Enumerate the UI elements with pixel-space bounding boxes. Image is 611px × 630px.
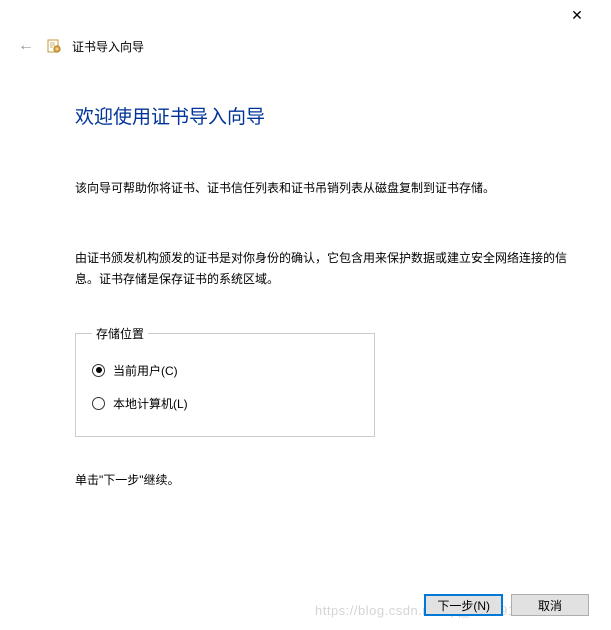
- close-icon: ✕: [571, 7, 583, 24]
- continue-instruction: 单击"下一步"继续。: [75, 471, 571, 488]
- storage-location-group: 存储位置 当前用户(C) 本地计算机(L): [75, 325, 375, 437]
- radio-local-machine[interactable]: 本地计算机(L): [92, 387, 358, 420]
- intro-paragraph-2: 由证书颁发机构颁发的证书是对你身份的确认，它包含用来保护数据或建立安全网络连接的…: [75, 248, 571, 289]
- titlebar: ✕: [0, 0, 611, 30]
- radio-icon: [92, 397, 105, 410]
- back-button[interactable]: ←: [16, 36, 36, 56]
- next-button[interactable]: 下一步(N): [424, 594, 503, 616]
- cancel-button[interactable]: 取消: [511, 594, 589, 616]
- wizard-header: ← 证书导入向导: [0, 30, 611, 62]
- wizard-footer: 下一步(N) 取消: [424, 594, 589, 616]
- intro-paragraph-1: 该向导可帮助你将证书、证书信任列表和证书吊销列表从磁盘复制到证书存储。: [75, 179, 571, 198]
- radio-icon: [92, 364, 105, 377]
- radio-label: 当前用户(C): [113, 362, 178, 379]
- close-button[interactable]: ✕: [557, 1, 597, 29]
- page-heading: 欢迎使用证书导入向导: [75, 102, 571, 129]
- radio-label: 本地计算机(L): [113, 395, 188, 412]
- certificate-icon: [46, 38, 62, 54]
- radio-current-user[interactable]: 当前用户(C): [92, 354, 358, 387]
- storage-location-legend: 存储位置: [92, 325, 148, 342]
- wizard-content: 欢迎使用证书导入向导 该向导可帮助你将证书、证书信任列表和证书吊销列表从磁盘复制…: [0, 62, 611, 488]
- radio-selected-dot: [96, 367, 102, 373]
- back-arrow-icon: ←: [18, 37, 34, 55]
- wizard-title: 证书导入向导: [72, 38, 144, 55]
